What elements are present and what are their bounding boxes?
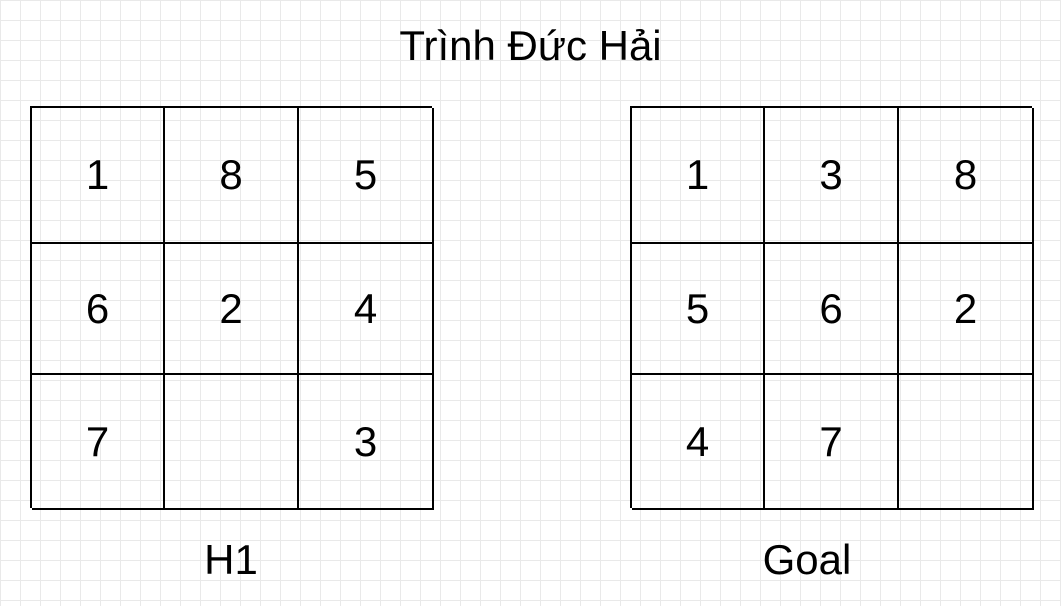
puzzle-cell: 7 (765, 375, 899, 510)
puzzle-cell-empty (899, 375, 1034, 510)
puzzle-cell: 6 (765, 244, 899, 375)
diagram-title: Trình Đức Hải (399, 22, 662, 69)
puzzle-cell: 2 (899, 244, 1034, 375)
puzzle-cell: 8 (165, 108, 299, 244)
puzzle-cell: 7 (32, 375, 165, 510)
puzzle-cell: 6 (32, 244, 165, 375)
puzzle-cell: 4 (632, 375, 765, 510)
puzzle-h1-grid: 1 8 5 6 2 4 7 3 (30, 106, 434, 510)
puzzle-cell: 2 (165, 244, 299, 375)
puzzle-cell: 3 (765, 108, 899, 244)
puzzle-cell: 1 (32, 108, 165, 244)
puzzle-goal-grid: 1 3 8 5 6 2 4 7 (630, 106, 1034, 510)
puzzle-cell: 1 (632, 108, 765, 244)
puzzle-cell: 8 (899, 108, 1034, 244)
puzzle-cell: 4 (299, 244, 434, 375)
puzzle-cell-empty (165, 375, 299, 510)
puzzle-goal-caption: Goal (762, 536, 852, 583)
puzzle-cell: 3 (299, 375, 434, 510)
puzzle-cell: 5 (632, 244, 765, 375)
puzzle-cell: 5 (299, 108, 434, 244)
puzzle-h1-caption: H1 (204, 536, 258, 583)
